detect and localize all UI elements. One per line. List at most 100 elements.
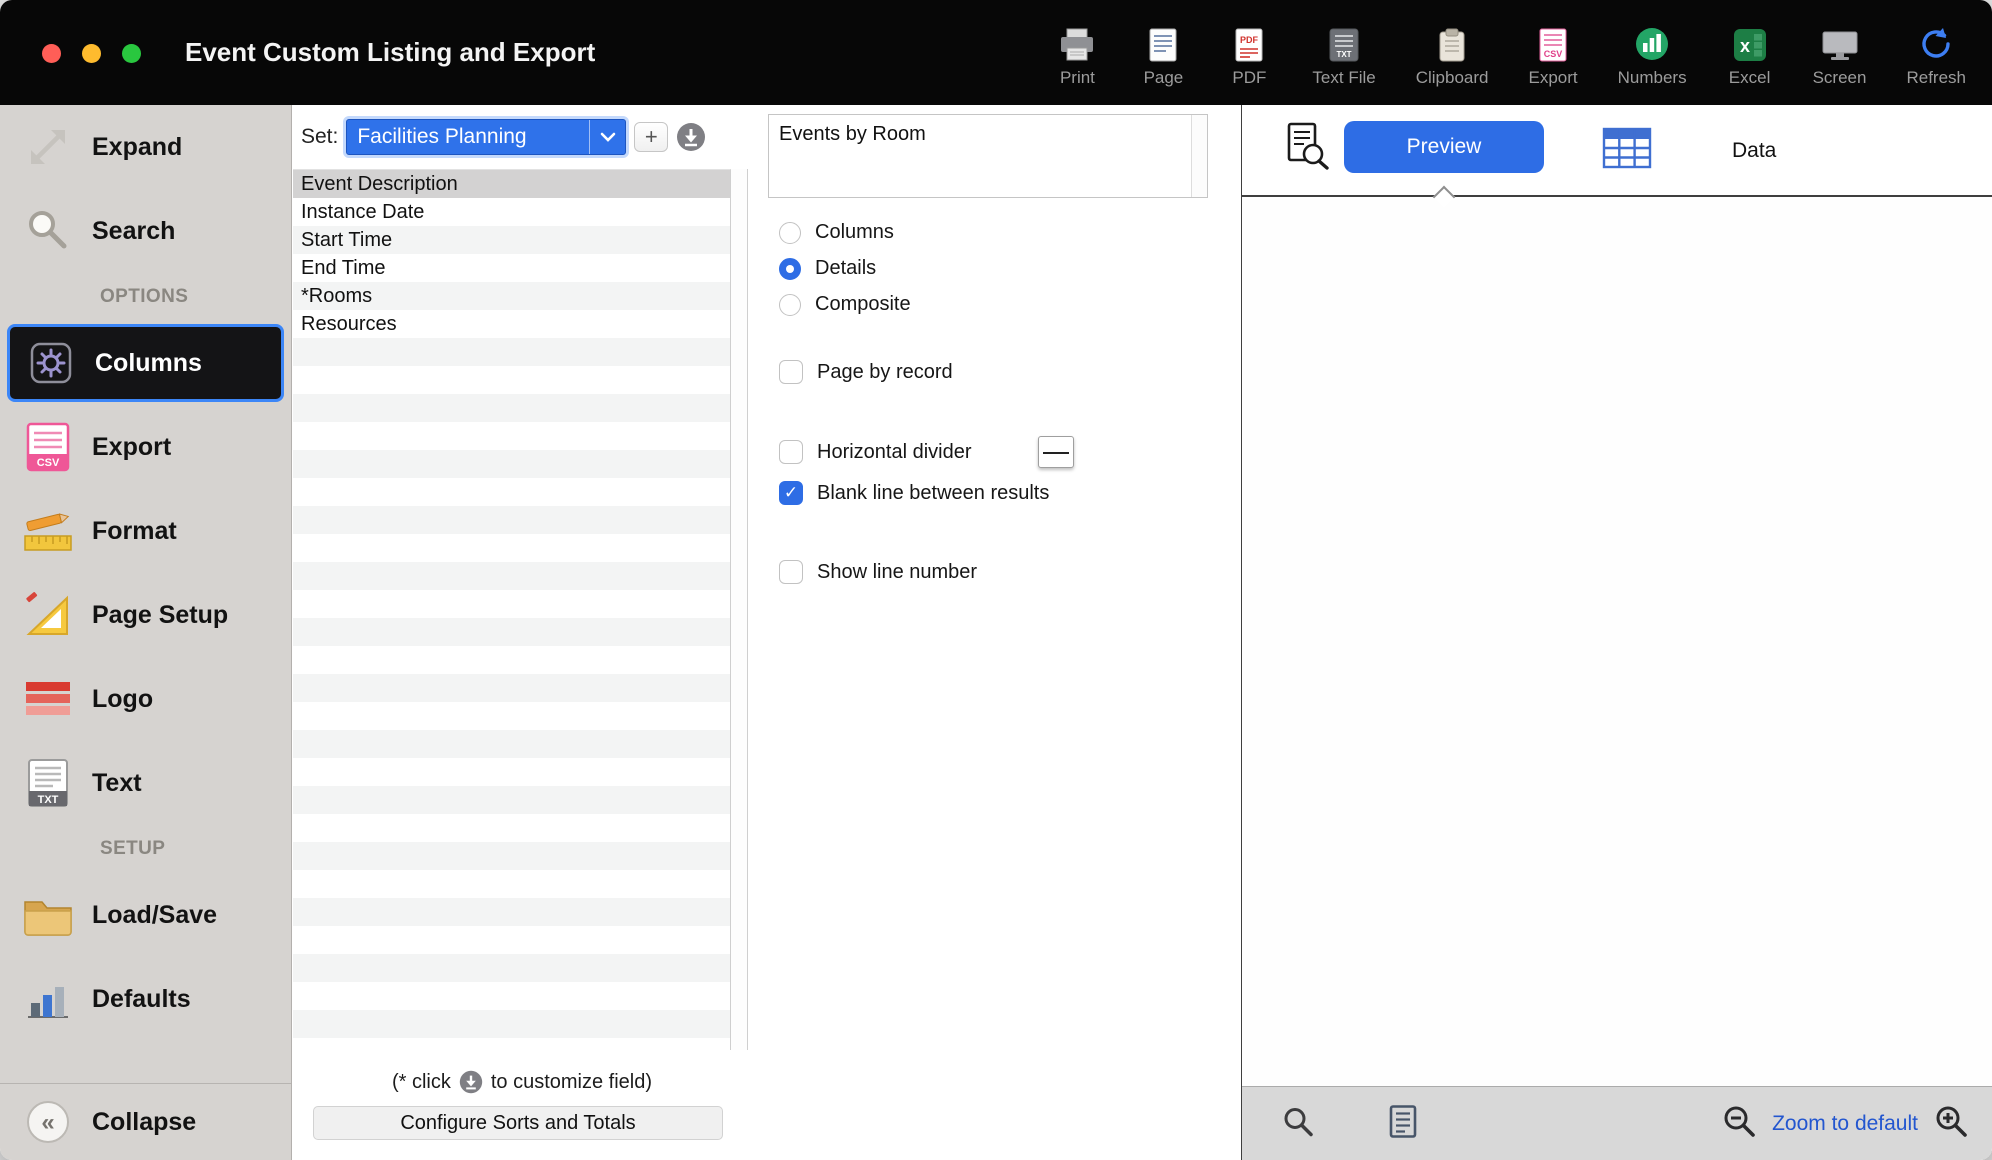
sidebar-item-load-save[interactable]: Load/Save — [0, 873, 291, 957]
sidebar-item-defaults[interactable]: Defaults — [0, 957, 291, 1041]
toolbar-item-label: Export — [1528, 68, 1577, 88]
sidebar-item-export[interactable]: CSV Export — [0, 405, 291, 489]
listing-title-input[interactable]: Events by Room — [768, 114, 1208, 198]
svg-text:PDF: PDF — [1240, 35, 1259, 45]
toolbar-page-button[interactable]: Page — [1140, 18, 1186, 88]
zoom-out-icon[interactable] — [1722, 1104, 1756, 1143]
gear-icon — [23, 337, 79, 389]
preview-tabbar: Preview Data — [1242, 105, 1992, 197]
field-row[interactable]: *Rooms — [293, 282, 730, 310]
svg-text:TXT: TXT — [38, 794, 59, 806]
zoom-to-default-link[interactable]: Zoom to default — [1772, 1112, 1918, 1136]
document-outline-icon[interactable] — [1388, 1104, 1418, 1143]
toolbar-item-label: Clipboard — [1416, 68, 1489, 88]
field-row[interactable]: Start Time — [293, 226, 730, 254]
screen-icon — [1821, 18, 1859, 62]
sidebar-item-page-setup[interactable]: Page Setup — [0, 573, 291, 657]
checkbox-show-line-number[interactable] — [779, 560, 803, 584]
checkbox-blank-line[interactable] — [779, 481, 803, 505]
page-icon — [1149, 18, 1177, 62]
csv-file-icon: CSV — [1539, 18, 1567, 62]
clipboard-icon — [1438, 18, 1466, 62]
field-row[interactable]: Resources — [293, 310, 730, 338]
zoom-controls: Zoom to default — [1722, 1087, 1968, 1160]
toolbar-text-file-button[interactable]: TXT Text File — [1312, 18, 1375, 88]
listing-title-scrollbar[interactable] — [1191, 115, 1207, 197]
toolbar-pdf-button[interactable]: PDF PDF — [1226, 18, 1272, 88]
preview-panel: Preview Data Zoom to default — [1241, 105, 1992, 1160]
app-window: Event Custom Listing and Export Print Pa… — [0, 0, 1992, 1160]
svg-text:TXT: TXT — [1337, 50, 1352, 59]
svg-text:x: x — [1740, 36, 1750, 56]
radio-row-details: Details — [779, 257, 876, 280]
sidebar: Expand Search OPTIONS Columns CSV Export — [0, 105, 292, 1160]
toolbar-print-button[interactable]: Print — [1054, 18, 1100, 88]
customize-field-icon[interactable] — [676, 122, 706, 152]
field-row[interactable]: End Time — [293, 254, 730, 282]
toolbar-screen-button[interactable]: Screen — [1813, 18, 1867, 88]
sidebar-item-collapse[interactable]: « Collapse — [0, 1083, 291, 1160]
checkbox-row-page-by-record: Page by record — [779, 360, 953, 384]
toolbar-item-label: Page — [1144, 68, 1184, 88]
set-dropdown[interactable]: Facilities Planning — [346, 119, 626, 155]
zoom-window-button[interactable] — [122, 44, 141, 63]
checkbox-label: Blank line between results — [817, 482, 1049, 505]
radio-details[interactable] — [779, 258, 801, 280]
toolbar-refresh-button[interactable]: Refresh — [1906, 18, 1966, 88]
toolbar-excel-button[interactable]: x Excel — [1727, 18, 1773, 88]
field-list: Event Description Instance Date Start Ti… — [293, 169, 731, 1050]
field-row[interactable]: Instance Date — [293, 198, 730, 226]
checkbox-label: Page by record — [817, 361, 953, 384]
minimize-window-button[interactable] — [82, 44, 101, 63]
checkbox-page-by-record[interactable] — [779, 360, 803, 384]
sidebar-item-columns[interactable]: Columns — [7, 324, 284, 402]
options-panel: Events by Room Columns Details Composite… — [751, 105, 1241, 1160]
field-list-empty-rows — [293, 338, 730, 1050]
customize-hint-prefix: (* click — [392, 1071, 451, 1094]
sidebar-item-label: Load/Save — [92, 901, 217, 930]
sidebar-item-label: Format — [92, 517, 177, 546]
tab-preview[interactable]: Preview — [1344, 121, 1544, 173]
customize-field-icon — [459, 1070, 483, 1094]
svg-text:CSV: CSV — [37, 457, 60, 469]
sidebar-item-search[interactable]: Search — [0, 189, 291, 273]
collapse-circle-icon: « — [20, 1100, 76, 1144]
toolbar-item-label: Print — [1060, 68, 1095, 88]
checkbox-horizontal-divider[interactable] — [779, 440, 803, 464]
field-row[interactable]: Event Description — [293, 170, 730, 198]
sidebar-item-logo[interactable]: Logo — [0, 657, 291, 741]
sidebar-item-expand[interactable]: Expand — [0, 105, 291, 189]
horizontal-divider-preview-icon[interactable] — [1038, 436, 1074, 468]
radio-row-composite: Composite — [779, 293, 911, 316]
svg-text:CSV: CSV — [1544, 49, 1563, 59]
sidebar-item-label: Defaults — [92, 985, 191, 1014]
magnifier-icon — [20, 205, 76, 257]
csv-document-icon: CSV — [20, 422, 76, 472]
sidebar-item-format[interactable]: Format — [0, 489, 291, 573]
data-table-icon[interactable] — [1602, 125, 1652, 176]
customize-hint-suffix: to customize field) — [491, 1071, 652, 1094]
checkbox-row-blank-line: Blank line between results — [779, 481, 1049, 505]
configure-sorts-totals-button[interactable]: Configure Sorts and Totals — [313, 1106, 723, 1140]
listing-title-value: Events by Room — [769, 115, 1191, 197]
sidebar-item-label: Text — [92, 769, 142, 798]
zoom-in-icon[interactable] — [1934, 1104, 1968, 1143]
sidebar-section-options: OPTIONS — [0, 273, 291, 321]
search-preview-icon[interactable] — [1282, 1105, 1314, 1142]
printer-icon — [1059, 18, 1095, 62]
toolbar-clipboard-button[interactable]: Clipboard — [1416, 18, 1489, 88]
sidebar-item-label: Page Setup — [92, 601, 228, 630]
radio-composite[interactable] — [779, 294, 801, 316]
toolbar-item-label: Excel — [1729, 68, 1771, 88]
sidebar-item-text[interactable]: TXT Text — [0, 741, 291, 825]
window-controls — [42, 44, 141, 63]
field-list-scrollbar[interactable] — [731, 169, 748, 1050]
add-set-button[interactable]: + — [634, 122, 668, 152]
toolbar-numbers-button[interactable]: Numbers — [1618, 18, 1687, 88]
radio-columns[interactable] — [779, 222, 801, 244]
tab-data[interactable]: Data — [1732, 105, 1776, 197]
sidebar-section-setup: SETUP — [0, 825, 291, 873]
toolbar-item-label: Screen — [1813, 68, 1867, 88]
close-window-button[interactable] — [42, 44, 61, 63]
toolbar-export-button[interactable]: CSV Export — [1528, 18, 1577, 88]
